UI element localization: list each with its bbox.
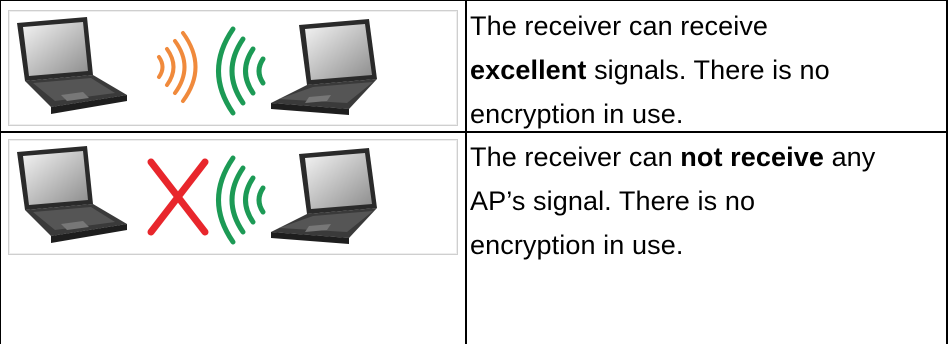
signal-description: The receiver can not receive any AP’s si…: [470, 135, 944, 267]
text-line: AP’s signal. There is no: [470, 179, 944, 223]
text-segment: AP’s signal. There is no: [470, 186, 756, 216]
signal-description: The receiver can receive excellent signa…: [470, 4, 940, 136]
text-segment: signals. There is no: [586, 55, 830, 85]
text-segment: encryption in use.: [470, 99, 684, 129]
laptop-sender-icon: [17, 17, 127, 114]
text-line: The receiver can receive: [470, 4, 940, 48]
laptop-sender-icon: [17, 146, 127, 243]
text-line: encryption in use.: [470, 223, 944, 267]
laptop-receiver-icon: [271, 19, 377, 115]
emphasis-text: not receive: [680, 142, 824, 172]
signal-wave-icon: [216, 155, 266, 245]
signal-wave-icon: [216, 26, 266, 116]
text-segment: The receiver can: [470, 142, 681, 172]
signal-illustration-none: [8, 139, 458, 255]
laptop-receiver-icon: [271, 148, 377, 244]
text-segment: The receiver can receive: [470, 11, 769, 41]
text-segment: any: [823, 142, 876, 172]
emphasis-text: excellent: [470, 55, 587, 85]
table-divider: [0, 0, 948, 1]
signal-status-table: The receiver can receive excellent signa…: [0, 0, 948, 344]
table-divider: [465, 0, 467, 344]
text-line: encryption in use.: [470, 92, 940, 136]
text-line: The receiver can not receive any: [470, 135, 944, 179]
text-segment: encryption in use.: [470, 230, 684, 260]
table-divider: [0, 0, 1, 344]
text-line: excellent signals. There is no: [470, 48, 940, 92]
signal-illustration-excellent: [8, 10, 458, 126]
cross-icon: [147, 158, 209, 236]
signal-wave-icon: [157, 31, 198, 103]
